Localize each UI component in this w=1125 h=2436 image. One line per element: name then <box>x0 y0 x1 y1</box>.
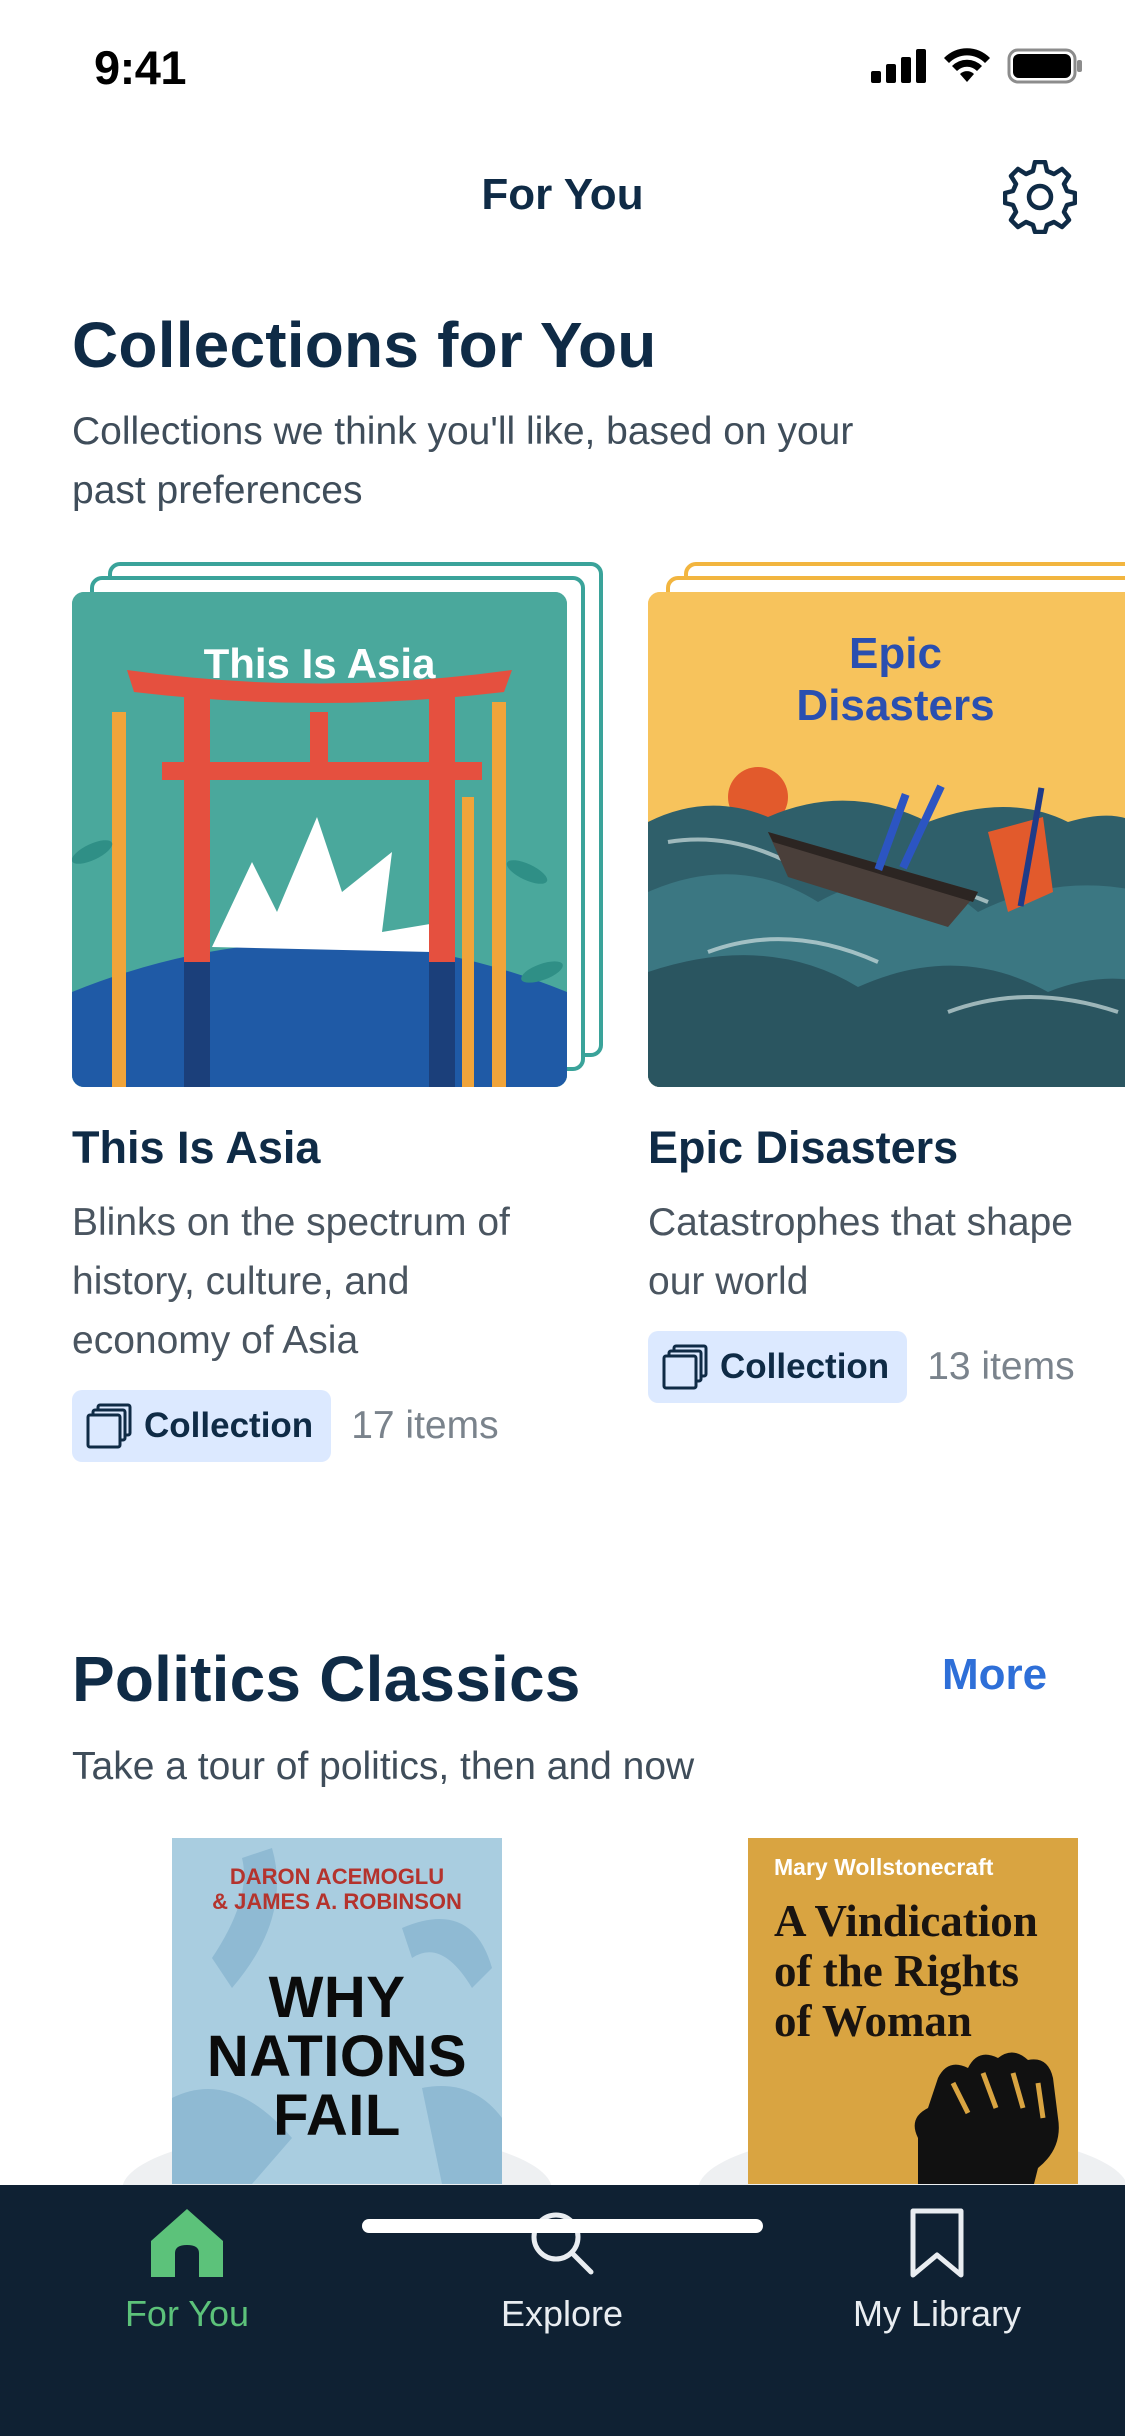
item-count: 13 items <box>927 1345 1075 1388</box>
cover-title: Epic Disasters <box>648 628 1125 732</box>
status-time: 9:41 <box>94 41 187 94</box>
book-cover-vindication-rights-of-woman[interactable]: Mary Wollstonecraft A Vindication of the… <box>748 1838 1078 2184</box>
description-line: economy of Asia <box>72 1319 359 1362</box>
collection-badge: Collection <box>72 1390 332 1462</box>
collection-title: This Is Asia <box>72 1122 321 1173</box>
battery-icon <box>1007 48 1082 84</box>
collection-cover: This Is Asia <box>72 592 567 1087</box>
status-icons <box>871 48 1083 84</box>
home-indicator <box>362 2219 763 2233</box>
book-title-line: WHY <box>268 1965 406 2030</box>
more-link[interactable]: More <box>942 1650 1047 1700</box>
description-line: Catastrophes that shape <box>648 1201 1073 1244</box>
collections-section-subtitle: Collections we think you'll like, based … <box>72 402 853 520</box>
collection-stack-icon <box>86 1403 132 1449</box>
wifi-icon <box>944 48 990 82</box>
collection-stack-icon <box>662 1344 708 1390</box>
book-title-line: A Vindication <box>774 1896 1038 1946</box>
item-count: 17 items <box>351 1404 499 1447</box>
collection-description: Blinks on the spectrum of history, cultu… <box>72 1193 602 1370</box>
tab-my-library[interactable]: My Library <box>787 2185 1087 2345</box>
collection-description: Catastrophes that shape our world <box>648 1193 1125 1311</box>
book-title-line: NATIONS <box>206 2024 468 2089</box>
tab-for-you[interactable]: For You <box>37 2185 337 2345</box>
book-author-line: DARON ACEMOGLU <box>229 1864 445 1889</box>
description-line: Blinks on the spectrum of <box>72 1201 510 1244</box>
cover-title: This Is Asia <box>203 640 436 687</box>
subtitle-line: past preferences <box>72 469 363 512</box>
page-title: For You <box>481 170 644 219</box>
bookmark-icon <box>910 2208 964 2278</box>
collection-meta: Collection 13 items <box>648 1331 1075 1403</box>
status-bar: 9:41 <box>0 0 1125 135</box>
cellular-signal-icon <box>871 49 926 83</box>
collections-section-title: Collections for You <box>72 309 657 381</box>
subtitle-line: Collections we think you'll like, based … <box>72 410 854 453</box>
cover-title-line: Epic <box>849 629 942 678</box>
book-title: A Vindication of the Rights of Woman <box>774 1896 1038 2046</box>
book-cover-why-nations-fail[interactable]: DARON ACEMOGLU & JAMES A. ROBINSON WHY N… <box>172 1838 502 2184</box>
gear-icon <box>1003 160 1077 234</box>
cover-title-line: Disasters <box>796 681 995 730</box>
home-icon <box>151 2209 223 2277</box>
politics-section-title: Politics Classics <box>72 1643 581 1715</box>
book-title-line: FAIL <box>273 2083 401 2148</box>
collection-title: Epic Disasters <box>648 1122 959 1173</box>
badge-label: Collection <box>720 1347 890 1386</box>
tab-label: Explore <box>500 2293 624 2334</box>
settings-button[interactable] <box>998 155 1082 239</box>
book-author: DARON ACEMOGLU & JAMES A. ROBINSON <box>172 1864 502 1914</box>
raised-fist-icon <box>914 2052 1059 2184</box>
collection-meta: Collection 17 items <box>72 1390 499 1462</box>
collection-badge: Collection <box>648 1331 908 1403</box>
description-line: our world <box>648 1260 809 1303</box>
description-line: history, culture, and <box>72 1260 410 1303</box>
book-author: Mary Wollstonecraft <box>774 1854 994 1880</box>
tab-label: My Library <box>852 2293 1022 2334</box>
book-title-line: of the Rights <box>774 1946 1019 1996</box>
book-author-line: & JAMES A. ROBINSON <box>212 1889 462 1914</box>
badge-label: Collection <box>144 1406 314 1445</box>
tab-bar: For You Explore My Library <box>0 2185 1125 2436</box>
book-title: WHY NATIONS FAIL <box>172 1968 502 2145</box>
politics-section-subtitle: Take a tour of politics, then and now <box>72 1745 695 1788</box>
tab-explore[interactable]: Explore <box>412 2185 712 2345</box>
tab-label: For You <box>124 2293 250 2334</box>
collection-cover: Epic Disasters <box>648 592 1125 1087</box>
